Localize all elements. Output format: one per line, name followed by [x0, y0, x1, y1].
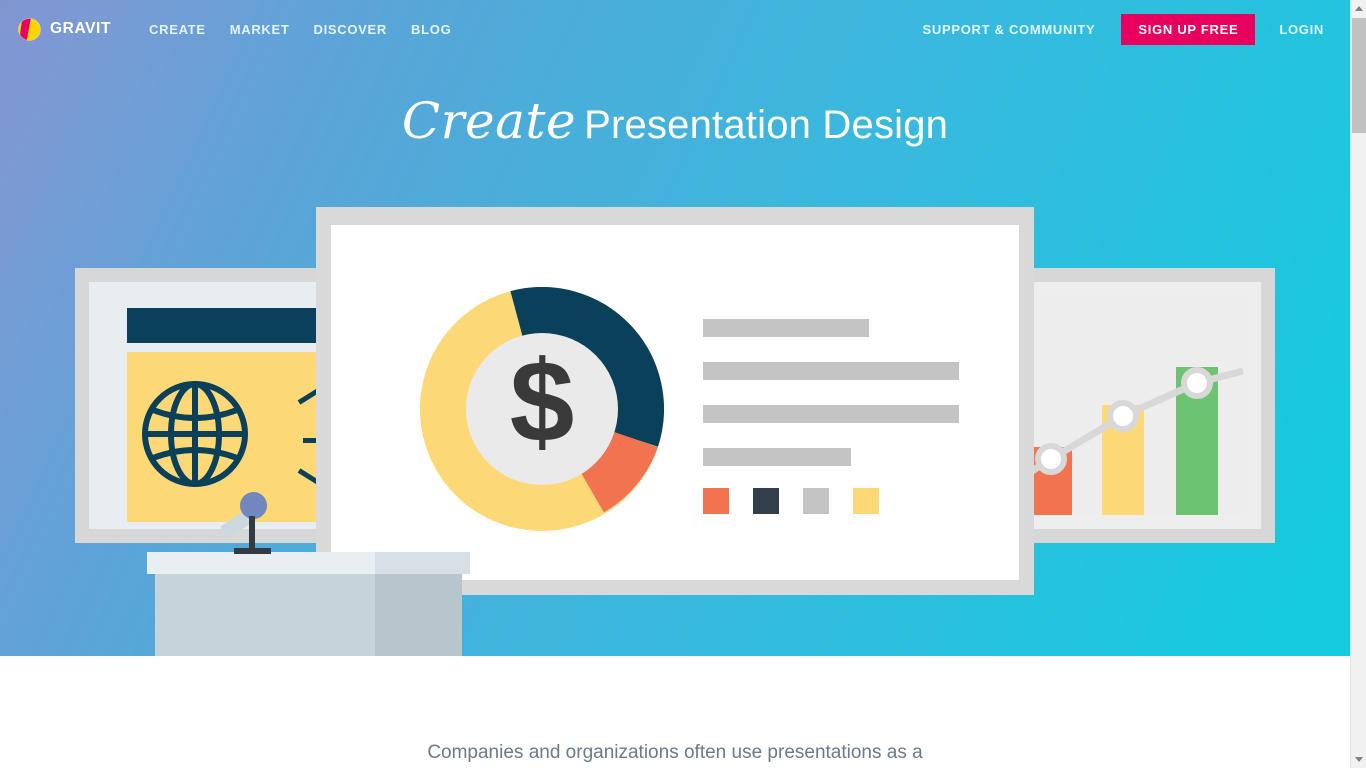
legend-swatch-1: [703, 488, 729, 514]
main-slide-canvas: $: [331, 225, 1019, 580]
bar-chart-bar-3: [1176, 367, 1218, 515]
page-title: Create Presentation Design: [0, 92, 1350, 150]
right-presentation-screen: [1000, 268, 1275, 543]
podium-lectern: [147, 552, 470, 656]
microphone-base: [234, 548, 271, 554]
legend-swatch-3: [803, 488, 829, 514]
scroll-up-arrow-icon[interactable]: [1351, 0, 1366, 17]
bar-chart-bar-1: [1030, 447, 1072, 515]
page-scrollbar[interactable]: [1350, 0, 1366, 768]
page-title-script-word: Create: [401, 92, 577, 150]
microphone-icon: [218, 492, 276, 554]
gravit-ball-logo-icon: [18, 17, 41, 41]
top-navigation-bar: GRAVIT CREATE MARKET DISCOVER BLOG SUPPO…: [0, 0, 1350, 58]
legend-swatch-4: [853, 488, 879, 514]
slide-text-placeholder-4: [703, 448, 851, 466]
intro-paragraph-section: Companies and organizations often use pr…: [0, 656, 1350, 768]
podium-top-shade: [375, 552, 470, 574]
nav-link-market[interactable]: MARKET: [218, 16, 302, 43]
microphone-stem: [249, 516, 255, 550]
globe-icon: [141, 380, 249, 488]
page-title-plain-words: Presentation Design: [584, 103, 949, 147]
brand-name-label: GRAVIT: [50, 20, 112, 37]
slide-text-placeholder-2: [703, 362, 959, 380]
right-screen-bar-chart: [1028, 296, 1247, 515]
donut-chart: $: [420, 287, 664, 531]
slide-text-placeholder-3: [703, 405, 959, 423]
podium-body-shade: [375, 574, 462, 656]
nav-link-login[interactable]: LOGIN: [1267, 16, 1336, 43]
legend-swatch-2: [753, 488, 779, 514]
hero-section: $ Create Presentation Design GRAVIT CREA…: [0, 0, 1350, 656]
brand-home-link[interactable]: GRAVIT: [18, 17, 112, 41]
scrollbar-thumb[interactable]: [1352, 18, 1366, 133]
page-root: $ Create Presentation Design GRAVIT CREA…: [0, 0, 1366, 768]
main-presentation-slide: $: [316, 207, 1034, 595]
nav-link-create[interactable]: CREATE: [137, 16, 218, 43]
donut-center-label: $: [510, 337, 575, 467]
bar-chart-bar-2: [1102, 405, 1144, 515]
intro-paragraph: Companies and organizations often use pr…: [427, 742, 923, 763]
nav-left-group: GRAVIT CREATE MARKET DISCOVER BLOG: [18, 16, 463, 43]
scroll-down-arrow-icon[interactable]: [1351, 751, 1366, 768]
right-screen-inner: [1014, 282, 1261, 529]
microphone-head: [240, 492, 267, 519]
nav-link-blog[interactable]: BLOG: [399, 16, 463, 43]
nav-right-group: SUPPORT & COMMUNITY SIGN UP FREE LOGIN: [911, 13, 1337, 45]
slide-text-placeholder-1: [703, 319, 869, 337]
sign-up-free-button[interactable]: SIGN UP FREE: [1121, 13, 1256, 45]
nav-link-support-community[interactable]: SUPPORT & COMMUNITY: [911, 16, 1108, 43]
nav-link-discover[interactable]: DISCOVER: [302, 16, 400, 43]
